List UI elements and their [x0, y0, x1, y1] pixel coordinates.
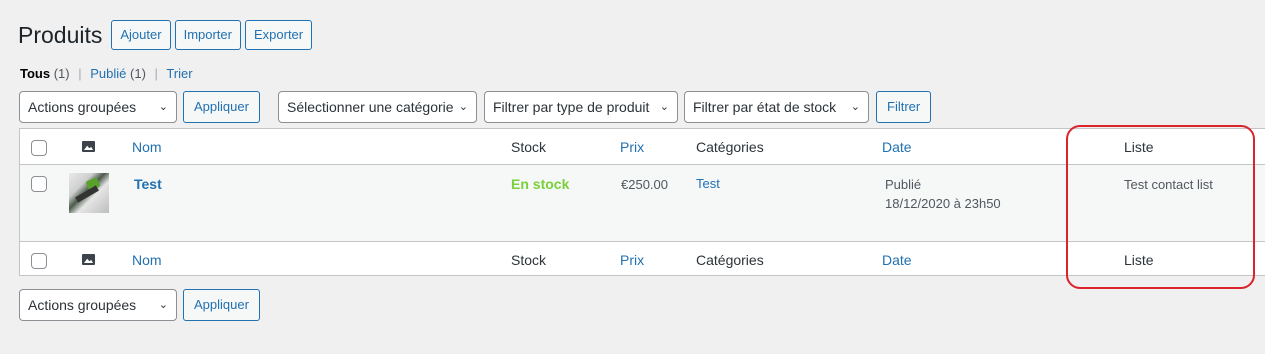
apply-button-bottom[interactable]: Appliquer	[183, 289, 260, 321]
separator: |	[154, 66, 158, 81]
view-all-link[interactable]: Tous	[20, 66, 50, 81]
column-date[interactable]: Date	[882, 252, 912, 268]
apply-button[interactable]: Appliquer	[183, 91, 260, 123]
page-header: Produits Ajouter Importer Exporter	[18, 20, 316, 50]
product-name-link[interactable]: Test	[134, 176, 162, 192]
select-all-checkbox[interactable]	[31, 140, 47, 156]
bulk-actions-select-bottom[interactable]: Actions groupées ⌄	[19, 289, 177, 321]
column-price[interactable]: Prix	[620, 252, 644, 268]
highlight-annotation	[1066, 125, 1255, 289]
filter-button[interactable]: Filtrer	[876, 91, 932, 123]
column-name[interactable]: Nom	[132, 139, 162, 155]
stock-status-select[interactable]: Filtrer par état de stock ⌄	[684, 91, 869, 123]
chevron-down-icon: ⌄	[659, 101, 669, 113]
chevron-down-icon: ⌄	[158, 299, 168, 311]
bulk-actions-value: Actions groupées	[28, 99, 137, 115]
image-icon	[82, 254, 95, 265]
page-title: Produits	[18, 22, 103, 48]
sort-link[interactable]: Trier	[166, 66, 192, 81]
row-checkbox[interactable]	[31, 176, 47, 192]
export-button[interactable]: Exporter	[244, 20, 313, 50]
date-status: Publié	[885, 177, 922, 192]
add-product-button[interactable]: Ajouter	[111, 20, 171, 50]
bulk-actions-select[interactable]: Actions groupées ⌄	[19, 91, 177, 123]
image-icon	[82, 141, 95, 152]
view-published-count: (1)	[130, 66, 146, 81]
column-stock: Stock	[511, 139, 547, 155]
chevron-down-icon: ⌄	[850, 101, 860, 113]
bulk-actions-value: Actions groupées	[28, 297, 137, 313]
product-type-select[interactable]: Filtrer par type de produit ⌄	[484, 91, 678, 123]
import-button[interactable]: Importer	[174, 20, 241, 50]
product-type-value: Filtrer par type de produit	[493, 99, 650, 115]
column-categories: Catégories	[696, 252, 764, 268]
column-categories: Catégories	[696, 139, 764, 155]
chevron-down-icon: ⌄	[458, 101, 468, 113]
view-all-count: (1)	[53, 66, 70, 81]
stock-status-value: Filtrer par état de stock	[693, 99, 837, 115]
column-name[interactable]: Nom	[132, 252, 162, 268]
date-value: 18/12/2020 à 23h50	[885, 196, 1001, 211]
product-category-link[interactable]: Test	[696, 176, 720, 191]
select-all-checkbox-footer[interactable]	[31, 253, 47, 269]
column-date[interactable]: Date	[882, 139, 912, 155]
column-stock: Stock	[511, 252, 547, 268]
category-select[interactable]: Sélectionner une catégorie ⌄	[278, 91, 477, 123]
column-price[interactable]: Prix	[620, 139, 644, 155]
stock-status: En stock	[511, 176, 570, 192]
product-price: €250.00	[621, 177, 668, 192]
product-thumbnail[interactable]	[69, 173, 109, 213]
separator: |	[78, 66, 82, 81]
view-filters: Tous (1) | Publié (1) | Trier	[20, 66, 193, 81]
category-value: Sélectionner une catégorie	[287, 99, 454, 115]
chevron-down-icon: ⌄	[158, 101, 168, 113]
view-published-link[interactable]: Publié	[90, 66, 126, 81]
